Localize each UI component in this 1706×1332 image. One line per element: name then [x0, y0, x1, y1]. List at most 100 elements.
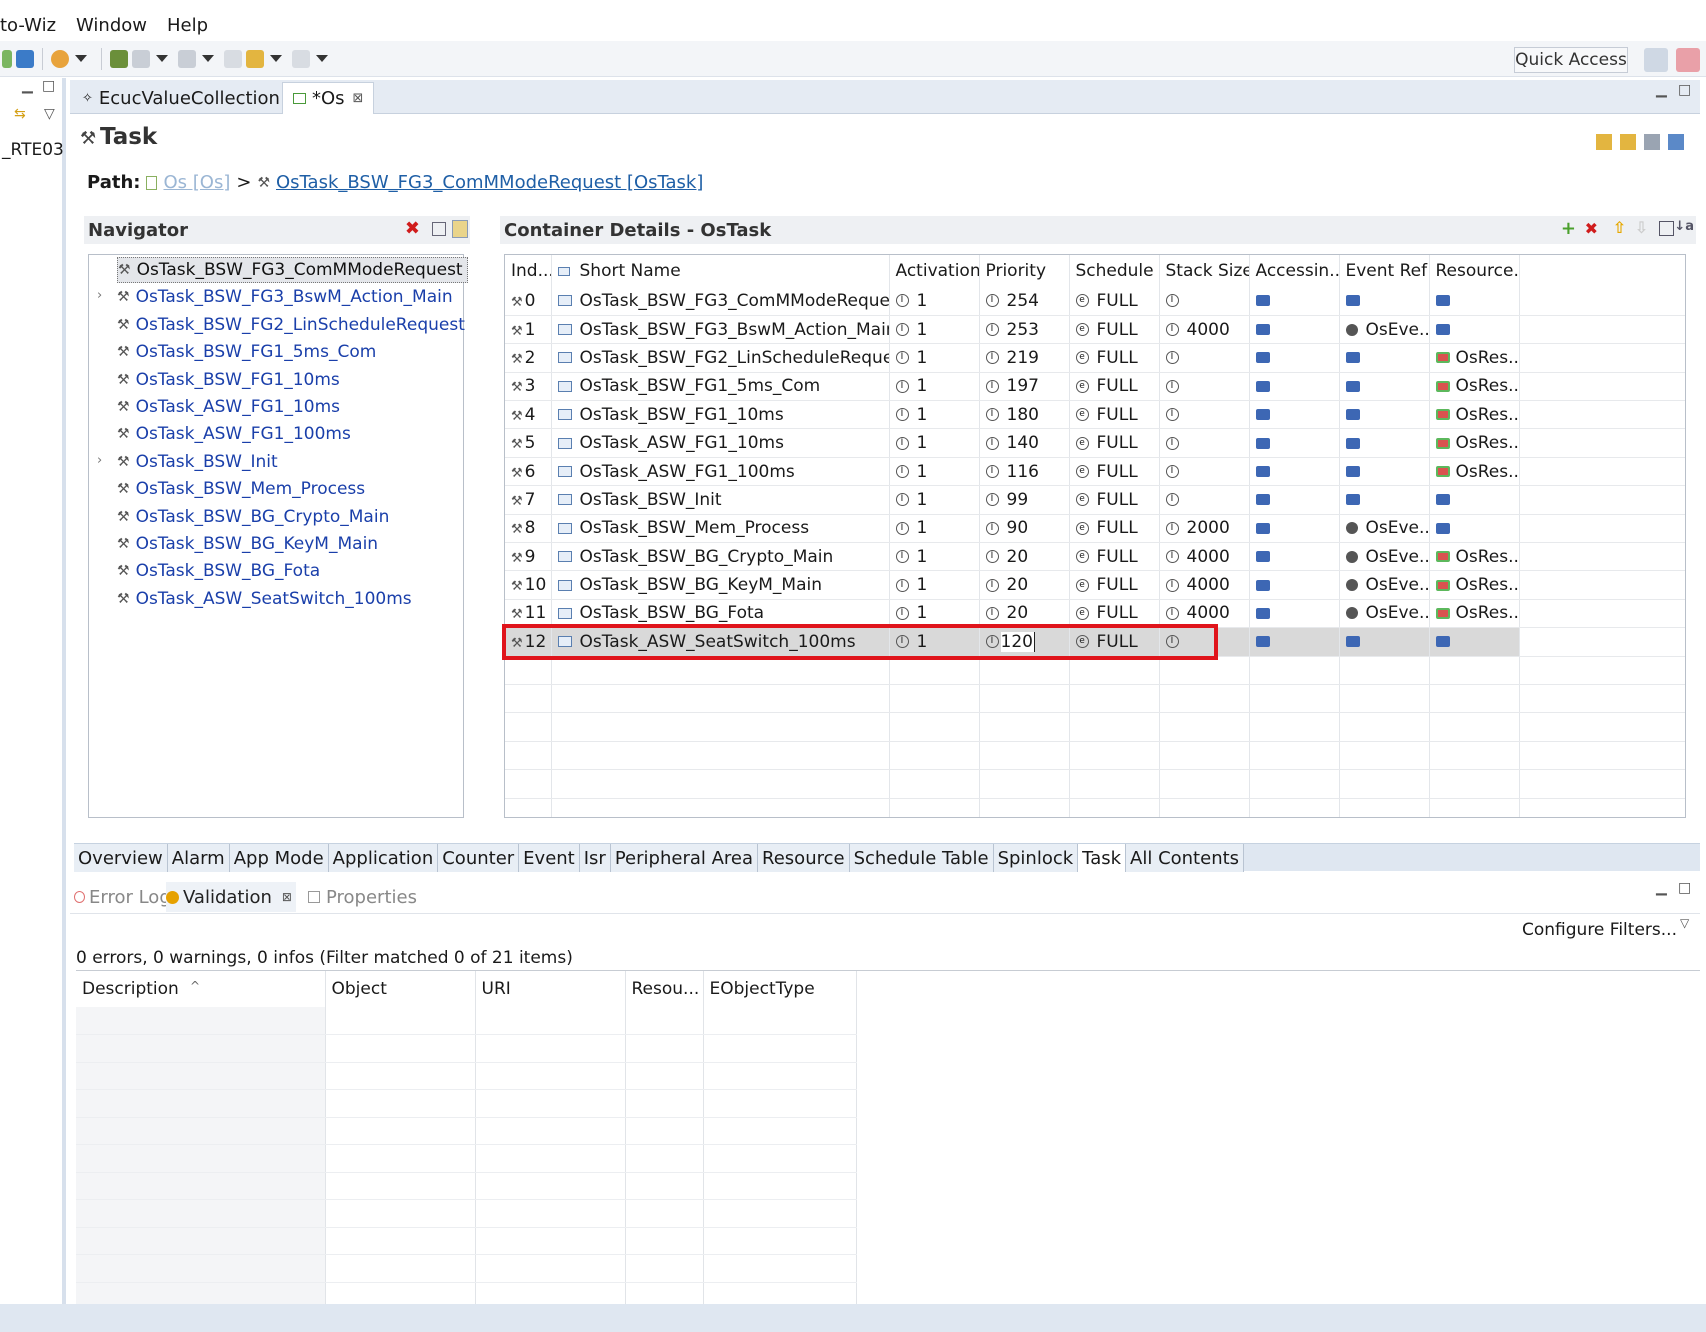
- page-tab[interactable]: Schedule Table: [849, 844, 994, 872]
- navigator-item[interactable]: ⚒ OsTask_BSW_FG3_BswM_Action_Main: [117, 284, 453, 310]
- maximize-icon[interactable]: □: [42, 78, 55, 94]
- page-tab[interactable]: Application: [328, 844, 439, 872]
- forward-icon[interactable]: [292, 49, 310, 68]
- index-cell[interactable]: ⚒ 11: [505, 599, 552, 629]
- activation-cell[interactable]: I1: [889, 570, 980, 600]
- stack-size-cell[interactable]: I: [1159, 343, 1250, 373]
- index-cell[interactable]: ⚒ 5: [505, 428, 552, 458]
- index-cell[interactable]: ⚒ 10: [505, 570, 552, 600]
- col-eobject-type[interactable]: EObjectType: [703, 971, 857, 1007]
- home-icon[interactable]: [1644, 134, 1660, 150]
- priority-cell[interactable]: I 180: [979, 400, 1070, 430]
- stack-size-cell[interactable]: I: [1159, 372, 1250, 402]
- chevron-down-icon[interactable]: [270, 55, 282, 62]
- tab-error-log[interactable]: Error Log: [74, 882, 171, 912]
- resource-cell[interactable]: OsRes...: [1429, 570, 1520, 600]
- short-name-cell[interactable]: OsTask_BSW_FG1_10ms: [551, 400, 890, 430]
- table-row[interactable]: ⚒ 6 OsTask_ASW_FG1_100ms I 1 I 116 e FULL I OsRes.…: [505, 457, 1685, 487]
- col-accessing[interactable]: Accessin...: [1249, 255, 1340, 287]
- resource-cell[interactable]: OsRes...: [1429, 372, 1520, 402]
- index-cell[interactable]: ⚒ 8: [505, 514, 552, 544]
- tab-os[interactable]: *Os ⊠: [282, 82, 375, 114]
- page-tab[interactable]: Isr: [579, 844, 611, 872]
- sort-icon[interactable]: ↓a: [1674, 219, 1694, 234]
- stack-size-cell[interactable]: I 4000: [1159, 315, 1250, 345]
- resource-cell[interactable]: OsRes...: [1429, 343, 1520, 373]
- schedule-cell[interactable]: e FULL: [1069, 627, 1160, 657]
- priority-cell[interactable]: I 20: [979, 570, 1070, 600]
- page-tab[interactable]: Counter: [438, 844, 520, 872]
- col-schedule[interactable]: Schedule: [1069, 255, 1160, 287]
- delete-icon[interactable]: ✖: [405, 218, 420, 239]
- page-tab[interactable]: Event: [519, 844, 580, 872]
- short-name-cell[interactable]: OsTask_ASW_FG1_100ms: [551, 457, 890, 487]
- page-tab[interactable]: App Mode: [229, 844, 329, 872]
- sync-icon[interactable]: [1596, 134, 1612, 150]
- short-name-cell[interactable]: OsTask_BSW_BG_Crypto_Main: [551, 542, 890, 572]
- table-row[interactable]: ⚒ 0 OsTask_BSW_FG3_ComMModeRequest I 1 I 254 e F…: [505, 287, 1685, 316]
- resource-cell[interactable]: OsRes...: [1429, 599, 1520, 629]
- stack-size-cell[interactable]: I: [1159, 287, 1250, 316]
- table-row[interactable]: ⚒ 4 OsTask_BSW_FG1_10ms I 1 I 180 e FULL I OsRes..…: [505, 400, 1685, 430]
- schedule-cell[interactable]: e FULL: [1069, 400, 1160, 430]
- event-ref-cell[interactable]: [1339, 343, 1430, 373]
- stack-size-cell[interactable]: I: [1159, 457, 1250, 487]
- resource-cell[interactable]: OsRes...: [1429, 428, 1520, 458]
- perspective-icon[interactable]: [1676, 48, 1700, 72]
- tree-item-label[interactable]: _RTE03: [2, 140, 64, 160]
- index-cell[interactable]: ⚒ 7: [505, 485, 552, 515]
- navigator-item[interactable]: ⚒ OsTask_BSW_Mem_Process: [117, 476, 365, 502]
- page-tab[interactable]: All Contents: [1126, 844, 1245, 872]
- col-short-name[interactable]: Short Name: [551, 255, 890, 287]
- table-row[interactable]: ⚒ 5 OsTask_ASW_FG1_10ms I 1 I 140 e FULL I OsRes..…: [505, 428, 1685, 458]
- resource-cell[interactable]: [1429, 315, 1520, 345]
- filter-icon[interactable]: [452, 220, 468, 238]
- new-icon[interactable]: [2, 49, 12, 68]
- priority-cell[interactable]: I 254: [979, 287, 1070, 316]
- schedule-cell[interactable]: e FULL: [1069, 570, 1160, 600]
- accessing-cell[interactable]: [1249, 570, 1340, 600]
- page-tab[interactable]: Alarm: [167, 844, 230, 872]
- view-menu-icon[interactable]: ▽: [44, 106, 55, 122]
- chevron-down-icon[interactable]: [156, 55, 168, 62]
- menu-wizard[interactable]: to-Wiz: [0, 15, 66, 36]
- schedule-cell[interactable]: e FULL: [1069, 599, 1160, 629]
- page-tab[interactable]: Overview: [74, 844, 168, 872]
- priority-cell[interactable]: I 219: [979, 343, 1070, 373]
- activation-cell[interactable]: I1: [889, 627, 980, 657]
- event-ref-cell[interactable]: [1339, 287, 1430, 316]
- resource-cell[interactable]: OsRes...: [1429, 457, 1520, 487]
- cell-priority[interactable]: 120: [1000, 631, 1035, 652]
- navigator-item[interactable]: ⚒ OsTask_BSW_FG3_ComMModeRequest: [117, 257, 468, 283]
- index-cell[interactable]: ⚒ 12: [505, 627, 552, 657]
- tab-validation[interactable]: Validation ⊠: [166, 882, 296, 912]
- priority-cell[interactable]: I 253: [979, 315, 1070, 345]
- schedule-cell[interactable]: e FULL: [1069, 485, 1160, 515]
- schedule-cell[interactable]: e FULL: [1069, 287, 1160, 316]
- resource-cell[interactable]: OsRes...: [1429, 542, 1520, 572]
- stack-size-cell[interactable]: I 4000: [1159, 599, 1250, 629]
- schedule-cell[interactable]: e FULL: [1069, 514, 1160, 544]
- priority-cell[interactable]: I 116: [979, 457, 1070, 487]
- priority-cell[interactable]: I 20: [979, 599, 1070, 629]
- link-icon[interactable]: [110, 49, 128, 68]
- table-row[interactable]: ⚒ 2 OsTask_BSW_FG2_LinScheduleRequest I 1 I 21…: [505, 343, 1685, 373]
- navigator-item[interactable]: ⚒ OsTask_ASW_FG1_100ms: [117, 421, 351, 447]
- event-ref-cell[interactable]: OsEve...: [1339, 514, 1430, 544]
- tab-ecuc-value-collection[interactable]: ✧ EcucValueCollection: [72, 82, 290, 114]
- accessing-cell[interactable]: [1249, 428, 1340, 458]
- table-row[interactable]: ⚒ 7 OsTask_BSW_Init I 1 I 99 e FULL I: [505, 485, 1685, 515]
- next-annotation-icon[interactable]: [132, 49, 150, 68]
- back-icon[interactable]: [246, 49, 264, 68]
- navigator-item[interactable]: ⚒ OsTask_BSW_BG_Fota: [117, 558, 320, 584]
- configure-filters-link[interactable]: Configure Filters...: [1522, 920, 1677, 940]
- maximize-icon[interactable]: □: [1678, 880, 1691, 896]
- edit-table-icon[interactable]: [1659, 221, 1674, 236]
- event-ref-cell[interactable]: OsEve...: [1339, 570, 1430, 600]
- table-row[interactable]: ⚒ 11 OsTask_BSW_BG_Fota I 1 I 20 e FULL I 4000 OsEv…: [505, 599, 1685, 629]
- collapse-all-icon[interactable]: [432, 222, 446, 236]
- warning-run-icon[interactable]: [51, 49, 69, 68]
- breadcrumb-os-link[interactable]: Os [Os]: [163, 172, 230, 193]
- last-edit-icon[interactable]: [224, 49, 242, 68]
- stack-size-cell[interactable]: I: [1159, 428, 1250, 458]
